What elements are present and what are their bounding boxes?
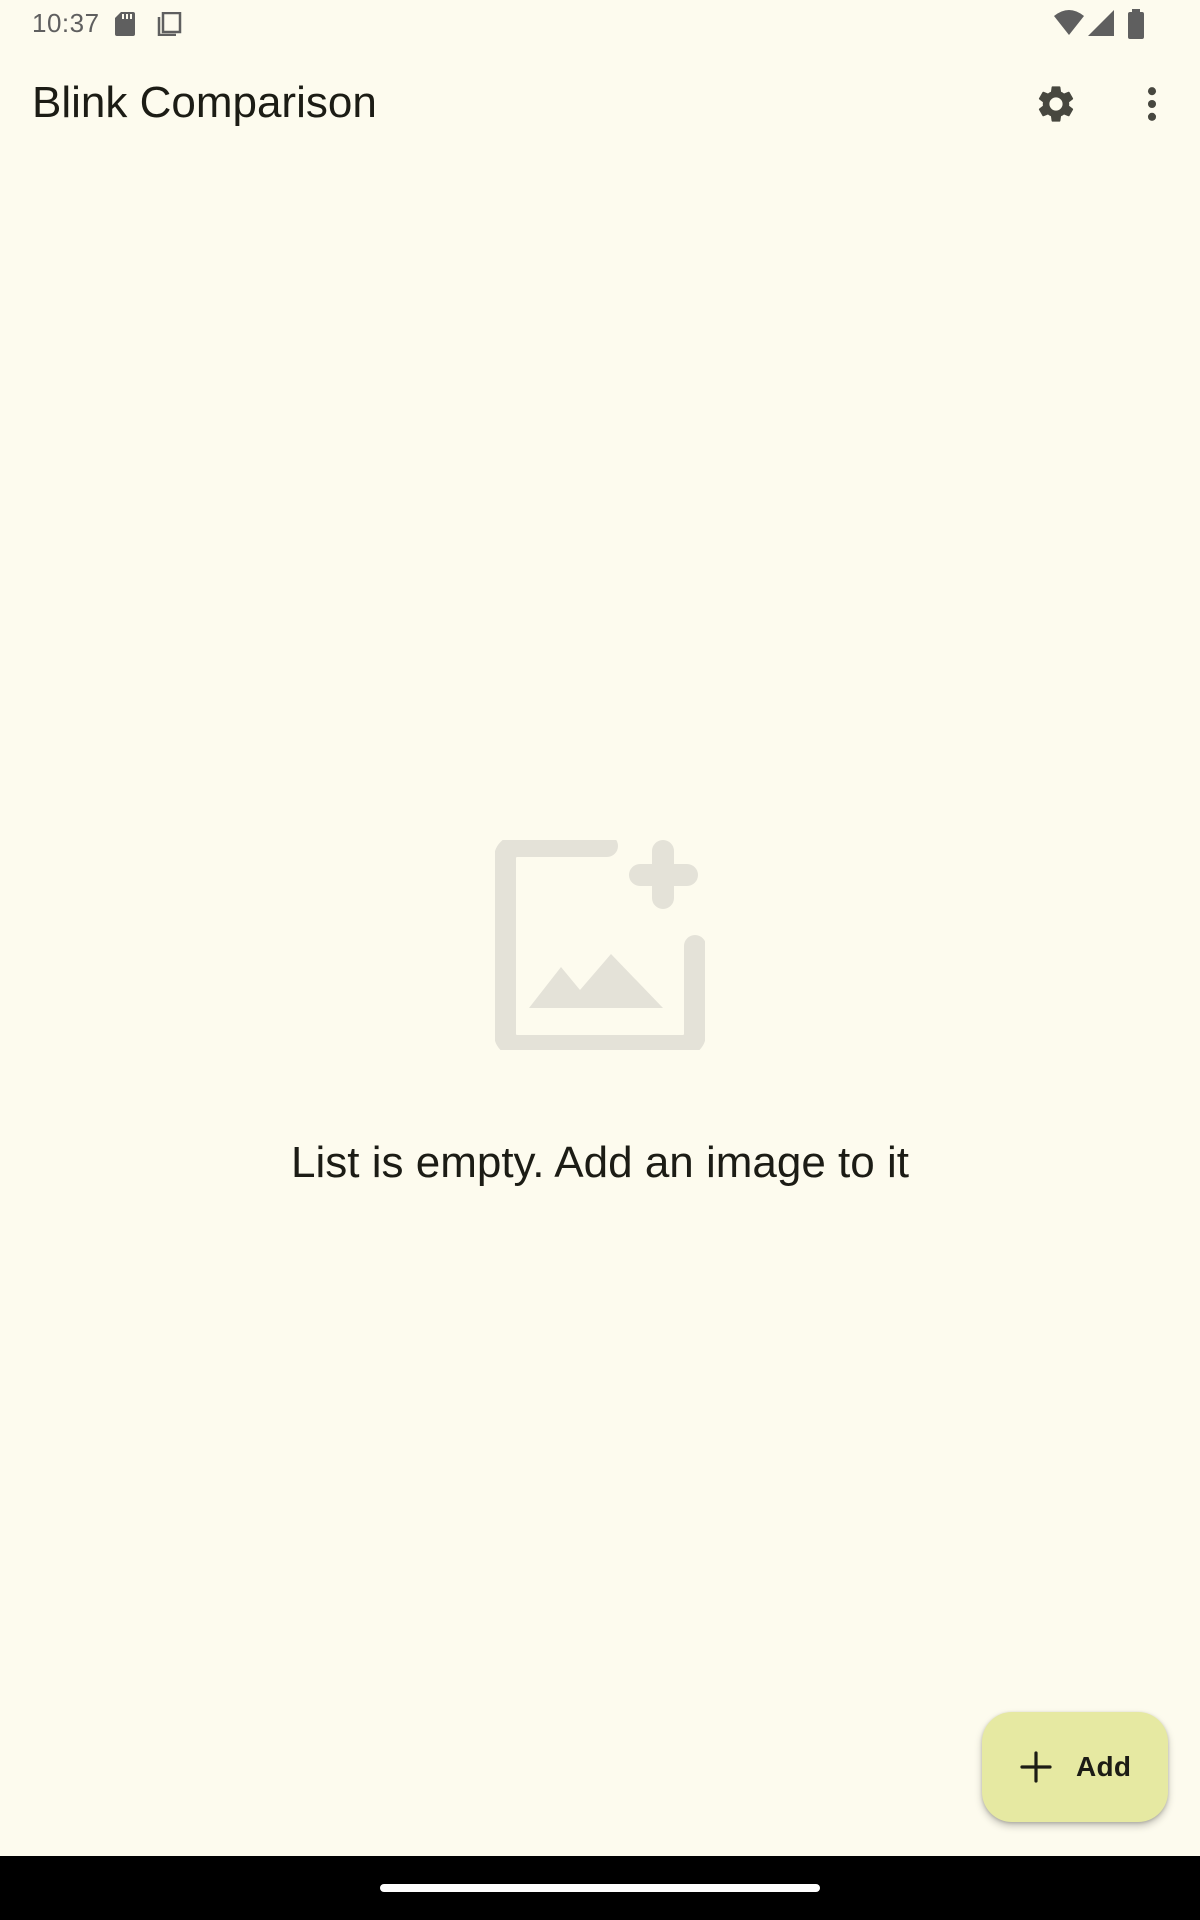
home-gesture-handle[interactable]	[380, 1884, 820, 1892]
more-vert-icon	[1147, 87, 1157, 121]
app-title: Blink Comparison	[32, 78, 377, 127]
sd-card-icon	[115, 12, 135, 36]
wifi-icon	[1054, 10, 1084, 35]
settings-button[interactable]	[1020, 68, 1092, 140]
battery-icon	[1128, 9, 1144, 39]
status-time: 10:37	[32, 8, 100, 38]
more-options-button[interactable]	[1116, 68, 1188, 140]
add-button-label: Add	[1076, 1751, 1132, 1782]
screen: 10:37 Blink Comparison List is empty. Ad…	[0, 0, 1200, 1920]
plus-icon	[1020, 1751, 1052, 1783]
navigation-bar	[0, 1856, 1200, 1920]
app-bar: Blink Comparison	[0, 48, 1200, 160]
settings-icon	[1038, 86, 1074, 122]
copy-icon	[157, 12, 182, 36]
add-photo-icon	[495, 840, 705, 1050]
empty-message: List is empty. Add an image to it	[291, 1138, 909, 1187]
add-button[interactable]: Add	[982, 1712, 1168, 1822]
status-bar: 10:37	[0, 0, 1200, 48]
empty-state: List is empty. Add an image to it	[0, 840, 1200, 1188]
cellular-signal-icon	[1088, 10, 1114, 36]
